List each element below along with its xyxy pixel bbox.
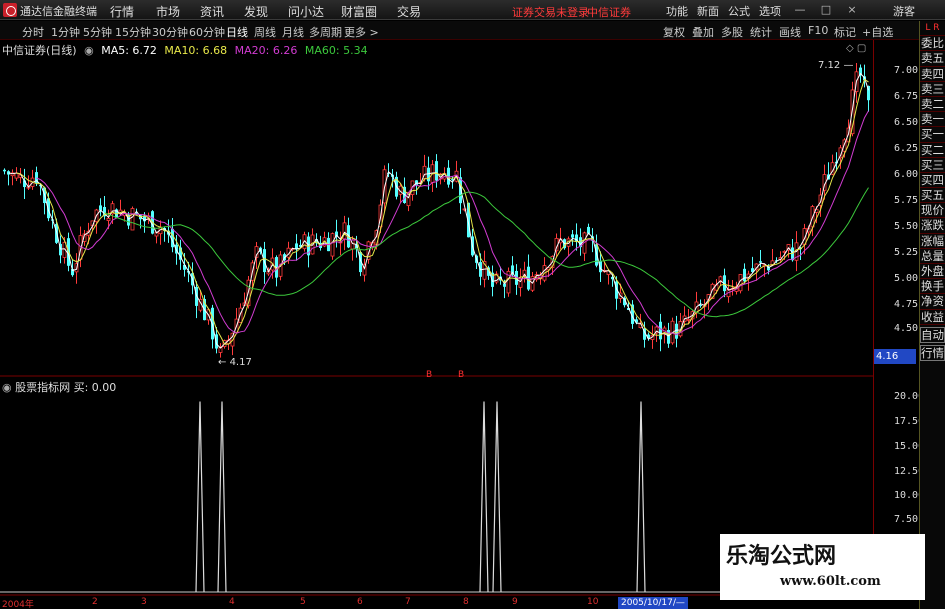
sidebar-item[interactable]: 现价 [920, 203, 945, 219]
candle-body [743, 268, 746, 282]
date-tick: 10 [587, 597, 599, 607]
sidebar-item[interactable]: 涨跌 [920, 218, 945, 234]
low-price-label: ← 4.17 [218, 357, 252, 368]
sidebar-item[interactable]: 买一 [920, 127, 945, 143]
indicator-axis: 20.00 17.50 15.00 12.50 10.00 7.50 [874, 0, 924, 595]
indicator-spike [492, 401, 502, 593]
indicator-spike [479, 401, 489, 593]
candle-body [3, 169, 6, 172]
chart-frame [0, 40, 874, 596]
candle-body [130, 208, 135, 231]
signal-marker: B [426, 370, 433, 380]
watermark-title: 乐淘公式网 [726, 543, 837, 569]
sidebar-item[interactable]: 收益 [920, 310, 945, 325]
kline-chart[interactable] [0, 0, 874, 609]
date-tick: 6 [357, 597, 363, 607]
date-tick: 5 [300, 597, 306, 607]
candle-body [759, 261, 762, 263]
candle-body [14, 172, 19, 179]
indicator-spike [217, 401, 227, 593]
sidebar-item[interactable]: 卖三 [920, 82, 945, 97]
sidebar-item[interactable]: 卖五 [920, 51, 945, 67]
date-tick: 8 [463, 597, 469, 607]
date-tick: 2 [92, 597, 98, 607]
sidebar-lr-toggle[interactable]: L R [920, 21, 945, 37]
high-price-label: 7.12 — [818, 60, 854, 71]
sidebar-item[interactable]: 买三 [920, 158, 945, 173]
watermark: 乐淘公式网 www.60lt.com [720, 534, 925, 600]
watermark-url: www.60lt.com [780, 574, 881, 589]
ma5-line [8, 72, 869, 349]
candle-body [106, 217, 111, 221]
sidebar-item[interactable]: 净资 [920, 294, 945, 310]
date-tick: 7 [405, 597, 411, 607]
sidebar-item[interactable]: 卖四 [920, 67, 945, 82]
sidebar-item[interactable]: 外盘 [920, 264, 945, 280]
sidebar-item[interactable]: 涨幅 [920, 234, 945, 249]
sidebar-item[interactable]: 买二 [920, 143, 945, 158]
sidebar-item[interactable]: 卖一 [920, 112, 945, 128]
sidebar-tab[interactable]: 自动 [920, 326, 945, 343]
moving-averages [8, 72, 869, 349]
sidebar-item[interactable]: 换手 [920, 279, 945, 295]
signal-marker: B [458, 370, 465, 380]
quote-sidebar: L R 委比 卖五 卖四 卖三 卖二 卖一 买一 买二 买三 买四 买五 现价 涨跌 涨幅 总量 外盘 换手 净资… [919, 21, 945, 609]
date-tick: 9 [512, 597, 518, 607]
sidebar-tab[interactable]: 行情 [920, 344, 945, 361]
candle-body [659, 321, 662, 340]
sidebar-item[interactable]: 委比 [920, 36, 945, 52]
ma10-line [16, 78, 869, 345]
chart-options-icon[interactable]: ◇ ▢ [846, 43, 866, 54]
date-tick: 3 [141, 597, 147, 607]
date-tick: 2004年 [2, 600, 34, 609]
ma20-line [36, 110, 869, 336]
ma60-line [104, 187, 869, 318]
indicator-tick: 7.50 [894, 514, 919, 525]
cursor-date: 2005/10/17/— [618, 597, 688, 609]
indicator-spike [195, 401, 205, 593]
sidebar-item[interactable]: 总量 [920, 249, 945, 264]
date-tick: 4 [229, 597, 235, 607]
candle-body [435, 161, 438, 181]
sidebar-item[interactable]: 卖二 [920, 97, 945, 113]
sidebar-item[interactable]: 买五 [920, 188, 945, 204]
indicator-spike [636, 401, 646, 593]
candlesticks [3, 62, 870, 358]
sidebar-item[interactable]: 买四 [920, 173, 945, 189]
candle-body [330, 233, 335, 257]
candle-body [571, 234, 574, 238]
candle-body [686, 318, 691, 321]
